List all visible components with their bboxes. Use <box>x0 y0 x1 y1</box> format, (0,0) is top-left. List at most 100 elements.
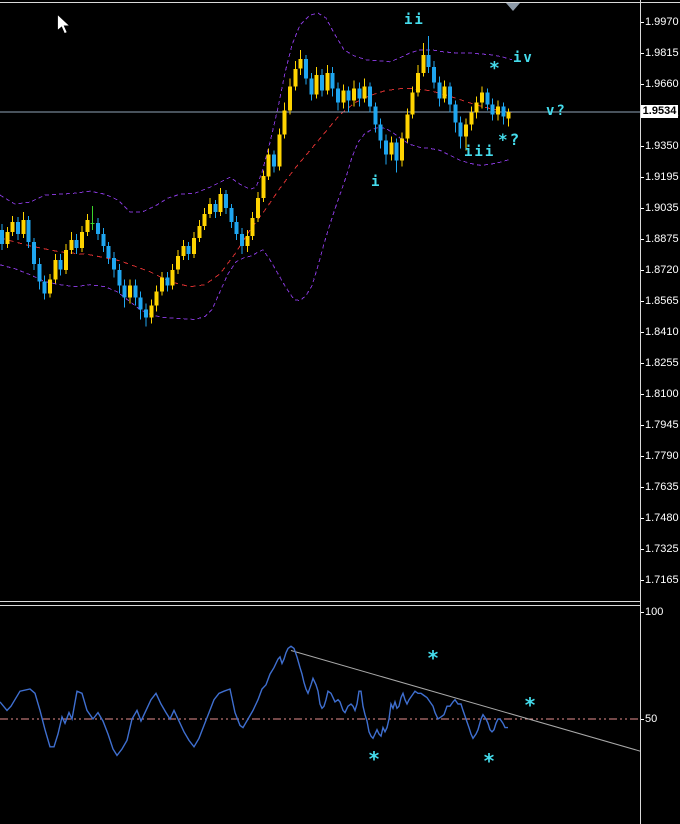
candle <box>16 217 20 240</box>
candle <box>469 106 474 131</box>
candle <box>378 118 383 149</box>
candle <box>256 192 260 222</box>
candle <box>298 49 303 75</box>
candle <box>336 82 340 111</box>
price-axis-label: 1.8720 <box>645 264 679 276</box>
wave-label-iii[interactable]: iii <box>464 144 495 160</box>
wave-label-iv[interactable]: iv <box>513 50 534 66</box>
candle <box>293 60 298 91</box>
price-axis-label: 1.9970 <box>645 16 679 28</box>
candle <box>197 220 202 242</box>
candle <box>234 216 239 240</box>
chart-shift-marker-icon[interactable] <box>506 3 520 11</box>
price-axis-label: 1.7325 <box>645 543 679 555</box>
wave-label-v[interactable]: v? <box>546 103 567 119</box>
candle <box>170 263 175 290</box>
candle <box>490 98 495 121</box>
price-axis-border <box>640 0 641 824</box>
candle <box>426 35 431 73</box>
candle <box>416 64 420 97</box>
candle <box>154 285 159 312</box>
main-price-chart[interactable] <box>0 0 640 601</box>
rsi-star-marker[interactable]: * <box>524 695 536 715</box>
candle <box>26 216 31 248</box>
candle <box>138 291 143 320</box>
price-axis-label: 1.8255 <box>645 357 679 369</box>
candle <box>474 96 479 119</box>
candle <box>304 54 308 85</box>
candle <box>144 303 148 327</box>
candle <box>384 134 388 165</box>
price-axis-label: 1.8875 <box>645 233 679 245</box>
price-axis-label: 1.9035 <box>645 202 679 214</box>
price-axis-label: 1.7165 <box>645 574 679 586</box>
candle <box>421 42 426 77</box>
candle <box>506 108 511 127</box>
candle <box>261 170 266 203</box>
price-axis-label: 1.7790 <box>645 450 679 462</box>
candle <box>458 116 463 149</box>
candle <box>250 212 255 240</box>
candle <box>277 128 282 171</box>
candle <box>133 279 138 306</box>
bollinger-upper-band <box>0 12 513 213</box>
candle <box>453 100 458 133</box>
candle <box>48 273 52 298</box>
candle <box>448 82 452 113</box>
panel-separator-bottom[interactable] <box>0 605 640 606</box>
candle <box>0 224 4 250</box>
price-axis-label: 1.9660 <box>645 78 679 90</box>
candle <box>32 237 36 270</box>
wave-label-ii[interactable]: ii <box>404 12 425 28</box>
current-price-box: 1.9534 <box>641 105 678 118</box>
price-axis-label: 1.8100 <box>645 388 679 400</box>
moving-average-line <box>0 88 513 288</box>
candle <box>149 299 154 324</box>
candle <box>69 232 74 254</box>
candle <box>496 100 500 121</box>
candle <box>442 80 447 103</box>
candle <box>117 263 122 294</box>
rsi-indicator-panel[interactable] <box>0 605 640 824</box>
candle <box>10 216 15 236</box>
price-axis-label: 1.8410 <box>645 326 679 338</box>
candle <box>394 138 399 173</box>
candle <box>101 228 106 252</box>
candle <box>160 271 164 296</box>
wave-label-i[interactable]: i <box>371 174 381 190</box>
candle <box>53 253 58 284</box>
rsi-trendline[interactable] <box>290 650 640 752</box>
candle <box>186 241 191 260</box>
wave-label-[interactable]: * <box>489 58 502 79</box>
mouse-cursor-icon <box>57 14 71 35</box>
candle <box>330 66 335 97</box>
price-axis-label: 1.7945 <box>645 419 679 431</box>
candle <box>176 249 180 274</box>
candle <box>165 271 170 292</box>
candle <box>480 86 484 109</box>
rsi-star-marker[interactable]: * <box>427 648 439 668</box>
candle <box>437 76 442 107</box>
price-axis-label: 1.9350 <box>645 140 679 152</box>
price-axis-label: 1.7480 <box>645 512 679 524</box>
candle <box>37 257 42 290</box>
rsi-star-marker[interactable]: * <box>483 751 495 771</box>
candle <box>400 132 404 167</box>
price-axis-label: 1.7635 <box>645 481 679 493</box>
price-axis-label: 1.8565 <box>645 295 679 307</box>
candle <box>58 253 63 276</box>
price-axis-label: 1.9815 <box>645 47 679 59</box>
candle <box>122 279 127 308</box>
panel-separator-top[interactable] <box>0 601 640 602</box>
candle <box>96 218 100 240</box>
candle <box>85 214 90 236</box>
rsi-star-marker[interactable]: * <box>368 749 380 769</box>
candle <box>224 190 228 215</box>
wave-label-[interactable]: *? <box>498 130 521 149</box>
candle <box>432 60 436 89</box>
indicator-axis-label: 100 <box>645 606 664 618</box>
candle <box>192 232 196 258</box>
candle <box>389 136 394 161</box>
candle <box>282 102 287 139</box>
indicator-axis-label: 50 <box>645 713 658 725</box>
